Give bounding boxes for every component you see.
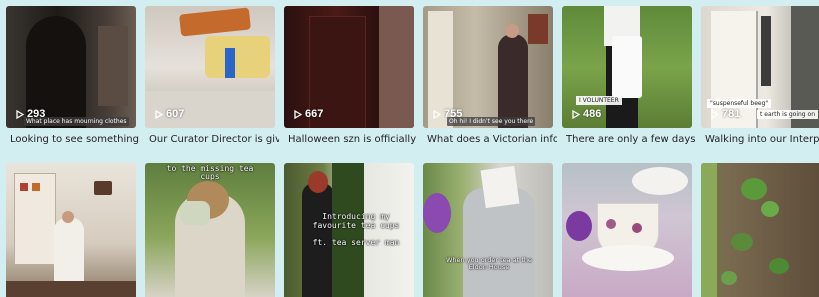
video-thumbnail[interactable]: Introducing my favourite tea cups ft. te… <box>284 163 414 297</box>
video-card[interactable]: 667 Halloween szn is officially ... <box>284 6 418 145</box>
video-card[interactable]: Oh hi! I didn't see you there 755 What d… <box>423 6 557 145</box>
video-overlay-caption: to the missing tea cups <box>166 164 254 182</box>
view-count-value: 486 <box>583 108 602 120</box>
view-count-value: 755 <box>444 108 463 120</box>
video-card[interactable] <box>6 163 136 297</box>
video-caption[interactable]: Halloween szn is officially ... <box>288 134 418 145</box>
play-icon <box>16 109 24 119</box>
video-thumbnail[interactable] <box>701 163 819 297</box>
video-card[interactable] <box>701 163 819 297</box>
video-caption[interactable]: What does a Victorian info... <box>427 134 557 145</box>
play-icon <box>155 109 163 119</box>
video-card[interactable] <box>562 163 692 297</box>
video-overlay-caption: I VOLUNTEER <box>576 96 622 105</box>
view-count: 607 <box>155 108 184 120</box>
play-icon <box>711 109 719 119</box>
video-caption-text: Halloween szn is officially ... <box>288 134 418 145</box>
overlay-text: Introducing my favourite tea cups ft. te… <box>312 212 400 247</box>
view-count-value: 667 <box>305 108 324 120</box>
video-overlay-caption: When you order tea at the Eldon House <box>445 256 532 271</box>
video-card[interactable]: When you order tea at the Eldon House <box>423 163 553 297</box>
view-count: 486 <box>572 108 601 120</box>
view-count-value: 293 <box>27 108 46 120</box>
video-thumbnail[interactable] <box>6 163 136 297</box>
video-card[interactable]: I VOLUNTEER 486 There are only a few day… <box>562 6 696 145</box>
video-card[interactable]: Introducing my favourite tea cups ft. te… <box>284 163 414 297</box>
view-count: 755 <box>433 108 462 120</box>
video-thumbnail[interactable]: I VOLUNTEER 486 <box>562 6 692 128</box>
view-count-value: 607 <box>166 108 185 120</box>
video-thumbnail[interactable]: "suspenseful beeg" t earth is going on 7… <box>701 6 819 128</box>
view-count: 667 <box>294 108 323 120</box>
video-thumbnail[interactable]: What place has mourning clothes 293 <box>6 6 136 128</box>
view-count-value: 781 <box>722 108 741 120</box>
play-icon <box>572 109 580 119</box>
video-caption[interactable]: Our Curator Director is giv... <box>149 134 279 145</box>
video-thumbnail[interactable]: Oh hi! I didn't see you there 755 <box>423 6 553 128</box>
video-caption-text: Our Curator Director is giv... <box>149 134 279 145</box>
video-overlay-caption: t earth is going on <box>757 110 818 119</box>
video-thumbnail[interactable]: 607 <box>145 6 275 128</box>
video-thumbnail[interactable]: 667 <box>284 6 414 128</box>
video-thumbnail[interactable]: to the missing tea cups <box>145 163 275 297</box>
video-caption[interactable]: There are only a few days ... <box>566 134 696 145</box>
video-card[interactable]: "suspenseful beeg" t earth is going on 7… <box>701 6 819 145</box>
video-caption[interactable]: Walking into our Interpreti... <box>705 134 819 145</box>
video-caption-text: Walking into our Interpreti... <box>705 134 819 145</box>
video-card[interactable]: to the missing tea cups <box>145 163 275 297</box>
video-overlay-caption: "suspenseful beeg" <box>707 99 772 108</box>
view-count: 293 <box>16 108 45 120</box>
video-thumbnail[interactable] <box>562 163 692 297</box>
video-caption[interactable]: Looking to see something... <box>10 134 140 145</box>
play-icon <box>294 109 302 119</box>
video-grid: What place has mourning clothes 293 Look… <box>0 0 819 297</box>
play-icon <box>433 109 441 119</box>
view-count: 781 <box>711 108 740 120</box>
video-overlay-caption: Introducing my favourite tea cups ft. te… <box>306 205 406 247</box>
video-caption-text: Looking to see something... <box>10 134 140 145</box>
video-card[interactable]: 607 Our Curator Director is giv... <box>145 6 279 145</box>
video-card[interactable]: What place has mourning clothes 293 Look… <box>6 6 140 145</box>
video-caption-text: There are only a few days ... <box>566 134 696 145</box>
video-caption-text: What does a Victorian info... <box>427 134 557 145</box>
video-thumbnail[interactable]: When you order tea at the Eldon House <box>423 163 553 297</box>
